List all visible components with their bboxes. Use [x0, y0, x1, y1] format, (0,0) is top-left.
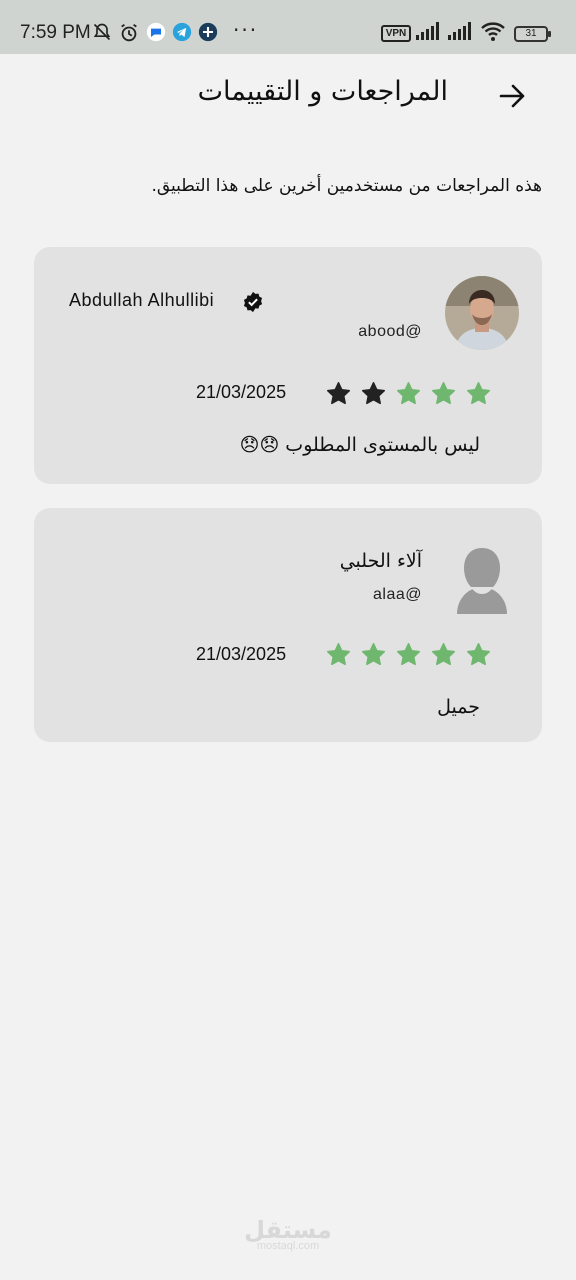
reviewer-handle: abood@	[358, 323, 422, 340]
star-filled-icon	[466, 643, 491, 666]
telegram-icon	[172, 22, 192, 42]
reviewer-handle: alaa@	[373, 586, 422, 603]
vpn-badge: VPN	[381, 25, 411, 42]
wifi-icon	[480, 22, 506, 42]
signal-icon-2	[448, 22, 474, 40]
back-arrow-button[interactable]	[494, 78, 530, 114]
star-filled-icon	[361, 643, 386, 666]
watermark-logo: مستقل mostaql.com	[0, 1216, 576, 1252]
review-comment: ليس بالمستوى المطلوب 😞😞	[239, 434, 480, 456]
rating-stars	[326, 642, 491, 667]
star-empty-icon	[361, 382, 386, 405]
review-card: Abdullah Alhullibi abood@ 21/03/2025 ليس…	[34, 247, 542, 484]
signal-icon	[416, 22, 442, 40]
alarm-icon	[118, 22, 140, 44]
review-date: 21/03/2025	[196, 644, 287, 664]
page-subtitle: هذه المراجعات من مستخدمين أخرين على هذا …	[151, 176, 542, 196]
star-filled-icon	[396, 643, 421, 666]
avatar[interactable]	[454, 544, 510, 614]
watermark-url: mostaql.com	[256, 1240, 320, 1252]
status-time: 7:59 PM	[20, 22, 91, 43]
more-notifications-icon: ···	[233, 18, 259, 42]
reviewer-name: آلاء الحلبي	[339, 550, 422, 572]
review-date: 21/03/2025	[196, 382, 287, 402]
avatar[interactable]	[445, 276, 519, 350]
star-filled-icon	[326, 643, 351, 666]
star-filled-icon	[396, 382, 421, 405]
messages-icon	[146, 22, 166, 42]
review-card: آلاء الحلبي alaa@ 21/03/2025 جميل	[34, 508, 542, 742]
default-person-icon	[457, 548, 507, 614]
star-filled-icon	[431, 382, 456, 405]
reviewer-name: Abdullah Alhullibi	[69, 290, 215, 310]
notifications-muted-icon	[92, 22, 112, 42]
rating-stars	[326, 381, 491, 406]
verified-badge-icon	[242, 291, 264, 313]
star-filled-icon	[431, 643, 456, 666]
status-bar: 7:59 PM ··· VPN 31	[0, 0, 576, 54]
page-title: المراجعات و التقييمات	[197, 76, 448, 107]
review-comment: جميل	[437, 696, 480, 718]
app-plus-icon	[198, 22, 218, 42]
star-empty-icon	[326, 382, 351, 405]
user-photo	[445, 276, 519, 350]
battery-indicator: 31	[514, 26, 551, 42]
arrow-right-icon	[499, 84, 525, 108]
star-filled-icon	[466, 382, 491, 405]
